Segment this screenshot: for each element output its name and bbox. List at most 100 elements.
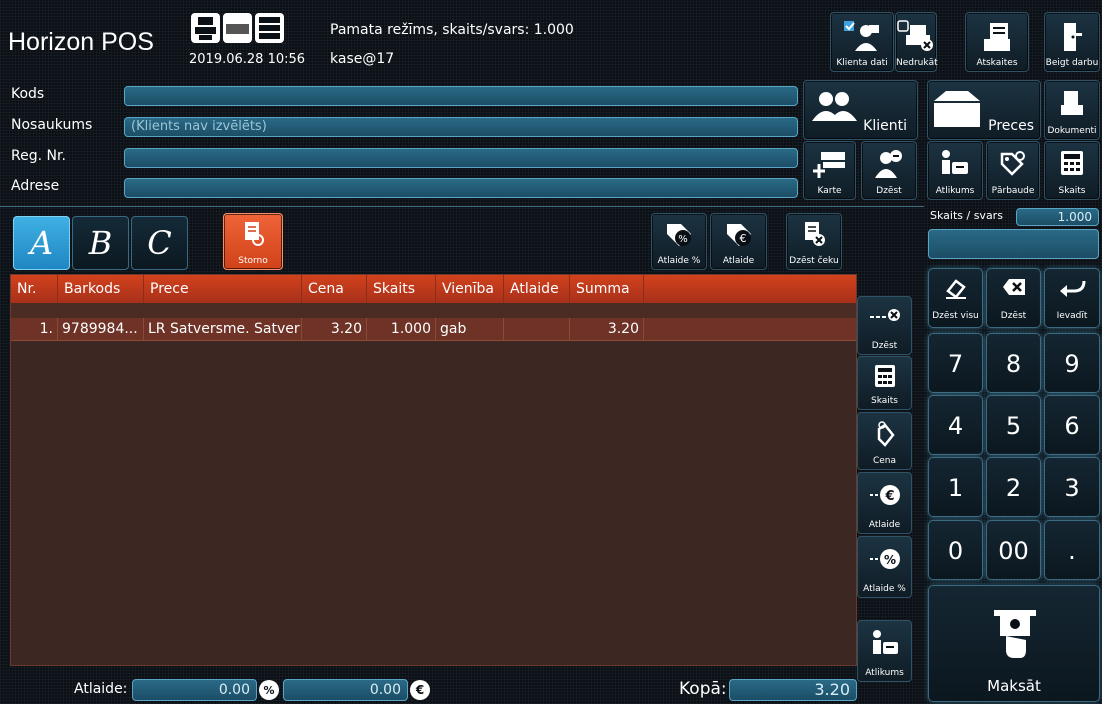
code-field[interactable] bbox=[124, 86, 798, 106]
goods-label: Preces bbox=[988, 118, 1034, 134]
address-field[interactable] bbox=[124, 178, 798, 198]
client-data-label: Klienta dati bbox=[836, 58, 888, 68]
documents-button[interactable]: Dokumenti bbox=[1044, 80, 1100, 140]
discount-euro-icon: € bbox=[870, 485, 900, 505]
cell-discount bbox=[504, 318, 570, 341]
svg-text:€: € bbox=[415, 683, 424, 697]
quantity-tile-button[interactable]: Skaits bbox=[1044, 141, 1100, 200]
qty-weight-field[interactable]: 1.000 bbox=[1016, 208, 1099, 226]
col-header-nr[interactable]: Nr. bbox=[11, 275, 58, 303]
box-icon bbox=[934, 91, 980, 127]
key-3[interactable]: 3 bbox=[1044, 457, 1100, 517]
return-side-label: Atlikums bbox=[865, 668, 904, 678]
col-header-sum[interactable]: Summa bbox=[570, 275, 644, 303]
delete-client-icon bbox=[875, 150, 902, 178]
name-field[interactable]: (Klients nav izvēlēts) bbox=[124, 117, 798, 137]
check-label: Pārbaude bbox=[991, 186, 1035, 196]
delete-line-button[interactable]: Dzēst bbox=[857, 296, 912, 355]
keypad-input[interactable] bbox=[928, 229, 1099, 259]
tab-b[interactable]: B bbox=[72, 216, 129, 270]
col-header-item[interactable]: Prece bbox=[144, 275, 302, 303]
header-separator bbox=[11, 303, 856, 318]
card-button[interactable]: Karte bbox=[803, 141, 856, 200]
pay-button[interactable]: Maksāt bbox=[928, 585, 1100, 702]
price-label: Cena bbox=[872, 456, 897, 466]
col-header-unit[interactable]: Vienība bbox=[436, 275, 504, 303]
key-5[interactable]: 5 bbox=[986, 395, 1041, 455]
end-work-label: Beigt darbu bbox=[1045, 58, 1099, 68]
key-00[interactable]: 00 bbox=[986, 520, 1041, 580]
key-decimal[interactable]: . bbox=[1044, 520, 1100, 580]
key-9[interactable]: 9 bbox=[1044, 333, 1100, 393]
return-icon bbox=[942, 150, 968, 174]
no-print-button[interactable]: Nedrukāt bbox=[895, 12, 938, 72]
return-side-button[interactable]: Atlikums bbox=[857, 620, 912, 682]
key-4[interactable]: 4 bbox=[928, 395, 983, 455]
key-7[interactable]: 7 bbox=[928, 333, 983, 393]
receipt-table[interactable]: Nr. Barkods Prece Cena Skaits Vienība At… bbox=[10, 274, 857, 666]
storno-label: Storno bbox=[238, 256, 268, 266]
discount-side-label: Atlaide bbox=[868, 520, 901, 530]
end-work-button[interactable]: Beigt darbu bbox=[1044, 12, 1100, 72]
reg-number-field[interactable] bbox=[124, 148, 798, 168]
total-label: Kopā: bbox=[679, 679, 727, 699]
tab-c[interactable]: C bbox=[131, 216, 188, 270]
no-print-label: Nedrukāt bbox=[896, 58, 938, 68]
mode-status: Pamata režīms, skaits/svars: 1.000 bbox=[330, 22, 574, 38]
quantity-side-button[interactable]: Skaits bbox=[857, 356, 912, 410]
check-button[interactable]: Pārbaude bbox=[986, 141, 1040, 200]
return-button[interactable]: Atlikums bbox=[927, 141, 983, 200]
client-data-button[interactable]: Klienta dati bbox=[830, 12, 894, 72]
cell-barcode: 9789984... bbox=[58, 318, 144, 341]
footer-discount-pct-field: 0.00 bbox=[132, 679, 257, 701]
cell-price: 3.20 bbox=[302, 318, 367, 341]
reports-button[interactable]: Atskaites bbox=[965, 12, 1029, 72]
discount-euro-icon: € bbox=[726, 224, 751, 246]
key-1[interactable]: 1 bbox=[928, 457, 983, 517]
svg-text:€: € bbox=[884, 489, 894, 504]
storno-button[interactable]: Storno bbox=[223, 213, 283, 270]
client-data-icon bbox=[844, 21, 879, 51]
total-field: 3.20 bbox=[729, 679, 857, 701]
qty-weight-label: Skaits / svars bbox=[930, 209, 1003, 222]
tab-a[interactable]: A bbox=[13, 216, 70, 270]
app-title: Horizon POS bbox=[8, 28, 154, 56]
percent-badge-icon: % bbox=[259, 680, 279, 700]
code-label: Kods bbox=[11, 86, 45, 102]
col-header-qty[interactable]: Skaits bbox=[367, 275, 436, 303]
discount-side-button[interactable]: € Atlaide bbox=[857, 472, 912, 534]
cell-qty: 1.000 bbox=[367, 318, 436, 341]
enter-button[interactable]: Ievadīt bbox=[1044, 268, 1100, 328]
key-6[interactable]: 6 bbox=[1044, 395, 1100, 455]
clients-label: Klienti bbox=[863, 118, 907, 134]
backspace-label: Dzēst bbox=[1000, 311, 1027, 321]
calculator-icon bbox=[1061, 151, 1083, 175]
card-icon bbox=[812, 152, 845, 178]
col-header-price[interactable]: Cena bbox=[302, 275, 367, 303]
discount-pct-button[interactable]: % Atlaide % bbox=[651, 213, 707, 270]
clients-button[interactable]: Klienti bbox=[803, 80, 918, 140]
cash-payment-icon bbox=[994, 610, 1036, 658]
discount-percent-icon: % bbox=[870, 549, 900, 569]
euro-badge-icon: € bbox=[410, 680, 430, 700]
svg-text:%: % bbox=[678, 234, 688, 245]
col-header-barcode[interactable]: Barkods bbox=[58, 275, 144, 303]
backspace-button[interactable]: Dzēst bbox=[986, 268, 1041, 328]
delete-line-icon bbox=[870, 309, 900, 321]
delete-receipt-button[interactable]: Dzēst čeku bbox=[786, 213, 842, 270]
cell-filler bbox=[644, 318, 856, 341]
price-button[interactable]: Cena bbox=[857, 412, 912, 470]
divider bbox=[0, 206, 924, 207]
key-0[interactable]: 0 bbox=[928, 520, 983, 580]
key-8[interactable]: 8 bbox=[986, 333, 1041, 393]
goods-button[interactable]: Preces bbox=[927, 80, 1041, 140]
delete-line-label: Dzēst bbox=[871, 341, 898, 351]
delete-client-button[interactable]: Dzēst bbox=[861, 141, 917, 200]
discount-button[interactable]: € Atlaide bbox=[710, 213, 767, 270]
discount-pct-side-button[interactable]: % Atlaide % bbox=[857, 536, 912, 598]
clear-all-button[interactable]: Dzēst visu bbox=[928, 268, 983, 328]
svg-text:%: % bbox=[884, 553, 896, 567]
col-header-discount[interactable]: Atlaide bbox=[504, 275, 570, 303]
key-2[interactable]: 2 bbox=[986, 457, 1041, 517]
calculator-icon bbox=[875, 365, 895, 387]
